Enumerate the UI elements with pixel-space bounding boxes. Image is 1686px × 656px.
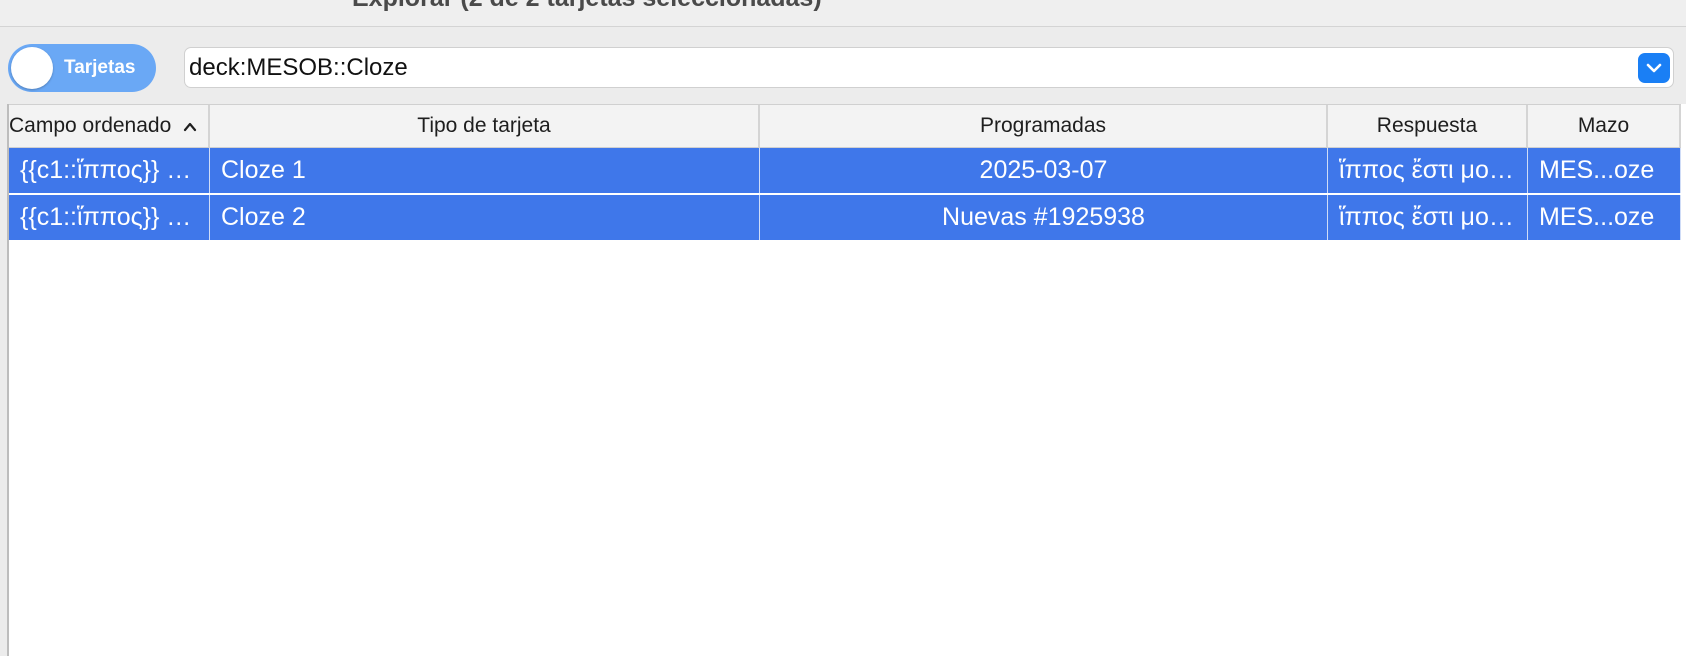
column-header-deck[interactable]: Mazo — [1528, 105, 1681, 147]
window-titlebar: Explorar (2 de 2 tarjetas seleccionadas) — [0, 0, 1686, 27]
search-history-dropdown-button[interactable] — [1638, 53, 1670, 83]
cell-deck[interactable]: MES...oze — [1528, 148, 1681, 193]
column-header-label: Respuesta — [1376, 114, 1478, 137]
column-header-label: Programadas — [979, 114, 1107, 137]
cards-notes-toggle[interactable]: Tarjetas — [8, 44, 156, 92]
cards-table[interactable]: Campo ordenado Tipo de tarjeta Programad… — [7, 104, 1686, 656]
column-header-answer[interactable]: Respuesta — [1328, 105, 1528, 147]
cell-card-type[interactable]: Cloze 1 — [210, 148, 760, 193]
cell-due[interactable]: 2025-03-07 — [760, 148, 1328, 193]
column-header-due[interactable]: Programadas — [760, 105, 1328, 147]
table-row[interactable]: {{c1::ἵππος}} {{c2::ἔστι}} Cloze 2 Nueva… — [9, 195, 1681, 242]
column-header-card-type[interactable]: Tipo de tarjeta — [210, 105, 760, 147]
column-header-sort-field[interactable]: Campo ordenado — [9, 105, 210, 147]
cell-card-type[interactable]: Cloze 2 — [210, 195, 760, 240]
chevron-down-icon — [1646, 63, 1662, 73]
table-row[interactable]: {{c1::ἵππος}} {{c2::ἔστι}} Cloze 1 2025-… — [9, 148, 1681, 195]
table-header: Campo ordenado Tipo de tarjeta Programad… — [9, 104, 1681, 148]
cell-sort-field[interactable]: {{c1::ἵππος}} {{c2::ἔστι}} — [9, 195, 210, 240]
cell-sort-field[interactable]: {{c1::ἵππος}} {{c2::ἔστι}} — [9, 148, 210, 193]
column-header-label: Campo ordenado — [9, 114, 172, 137]
window-title: Explorar (2 de 2 tarjetas seleccionadas) — [352, 0, 822, 13]
sort-ascending-icon — [183, 105, 197, 147]
cell-answer[interactable]: ἵππος ἔστι μοι… — [1328, 148, 1528, 193]
column-header-label: Mazo — [1577, 114, 1630, 137]
search-input[interactable] — [189, 48, 1609, 87]
cell-answer[interactable]: ἵππος ἔστι μοι… — [1328, 195, 1528, 240]
cell-due[interactable]: Nuevas #1925938 — [760, 195, 1328, 240]
column-header-label: Tipo de tarjeta — [417, 114, 551, 137]
toggle-label: Tarjetas — [64, 57, 136, 78]
browser-toolbar: Tarjetas — [0, 27, 1686, 104]
toggle-knob[interactable] — [11, 47, 53, 89]
search-box[interactable] — [184, 47, 1674, 88]
cell-deck[interactable]: MES...oze — [1528, 195, 1681, 240]
